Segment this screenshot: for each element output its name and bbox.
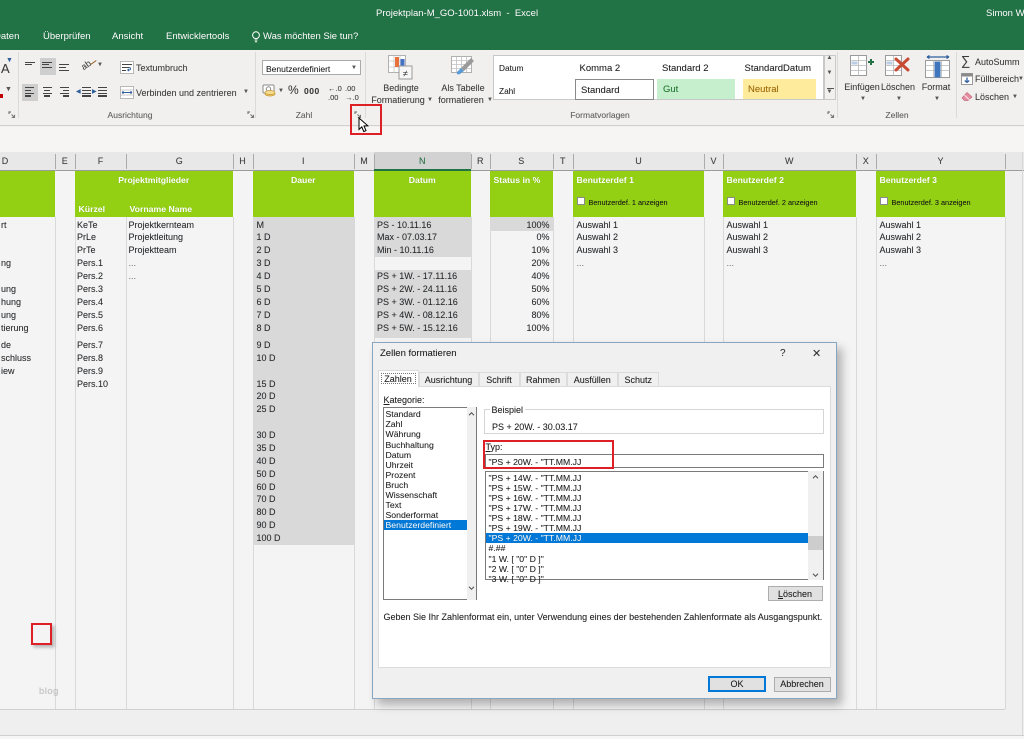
svg-text:≠: ≠ bbox=[403, 69, 408, 79]
